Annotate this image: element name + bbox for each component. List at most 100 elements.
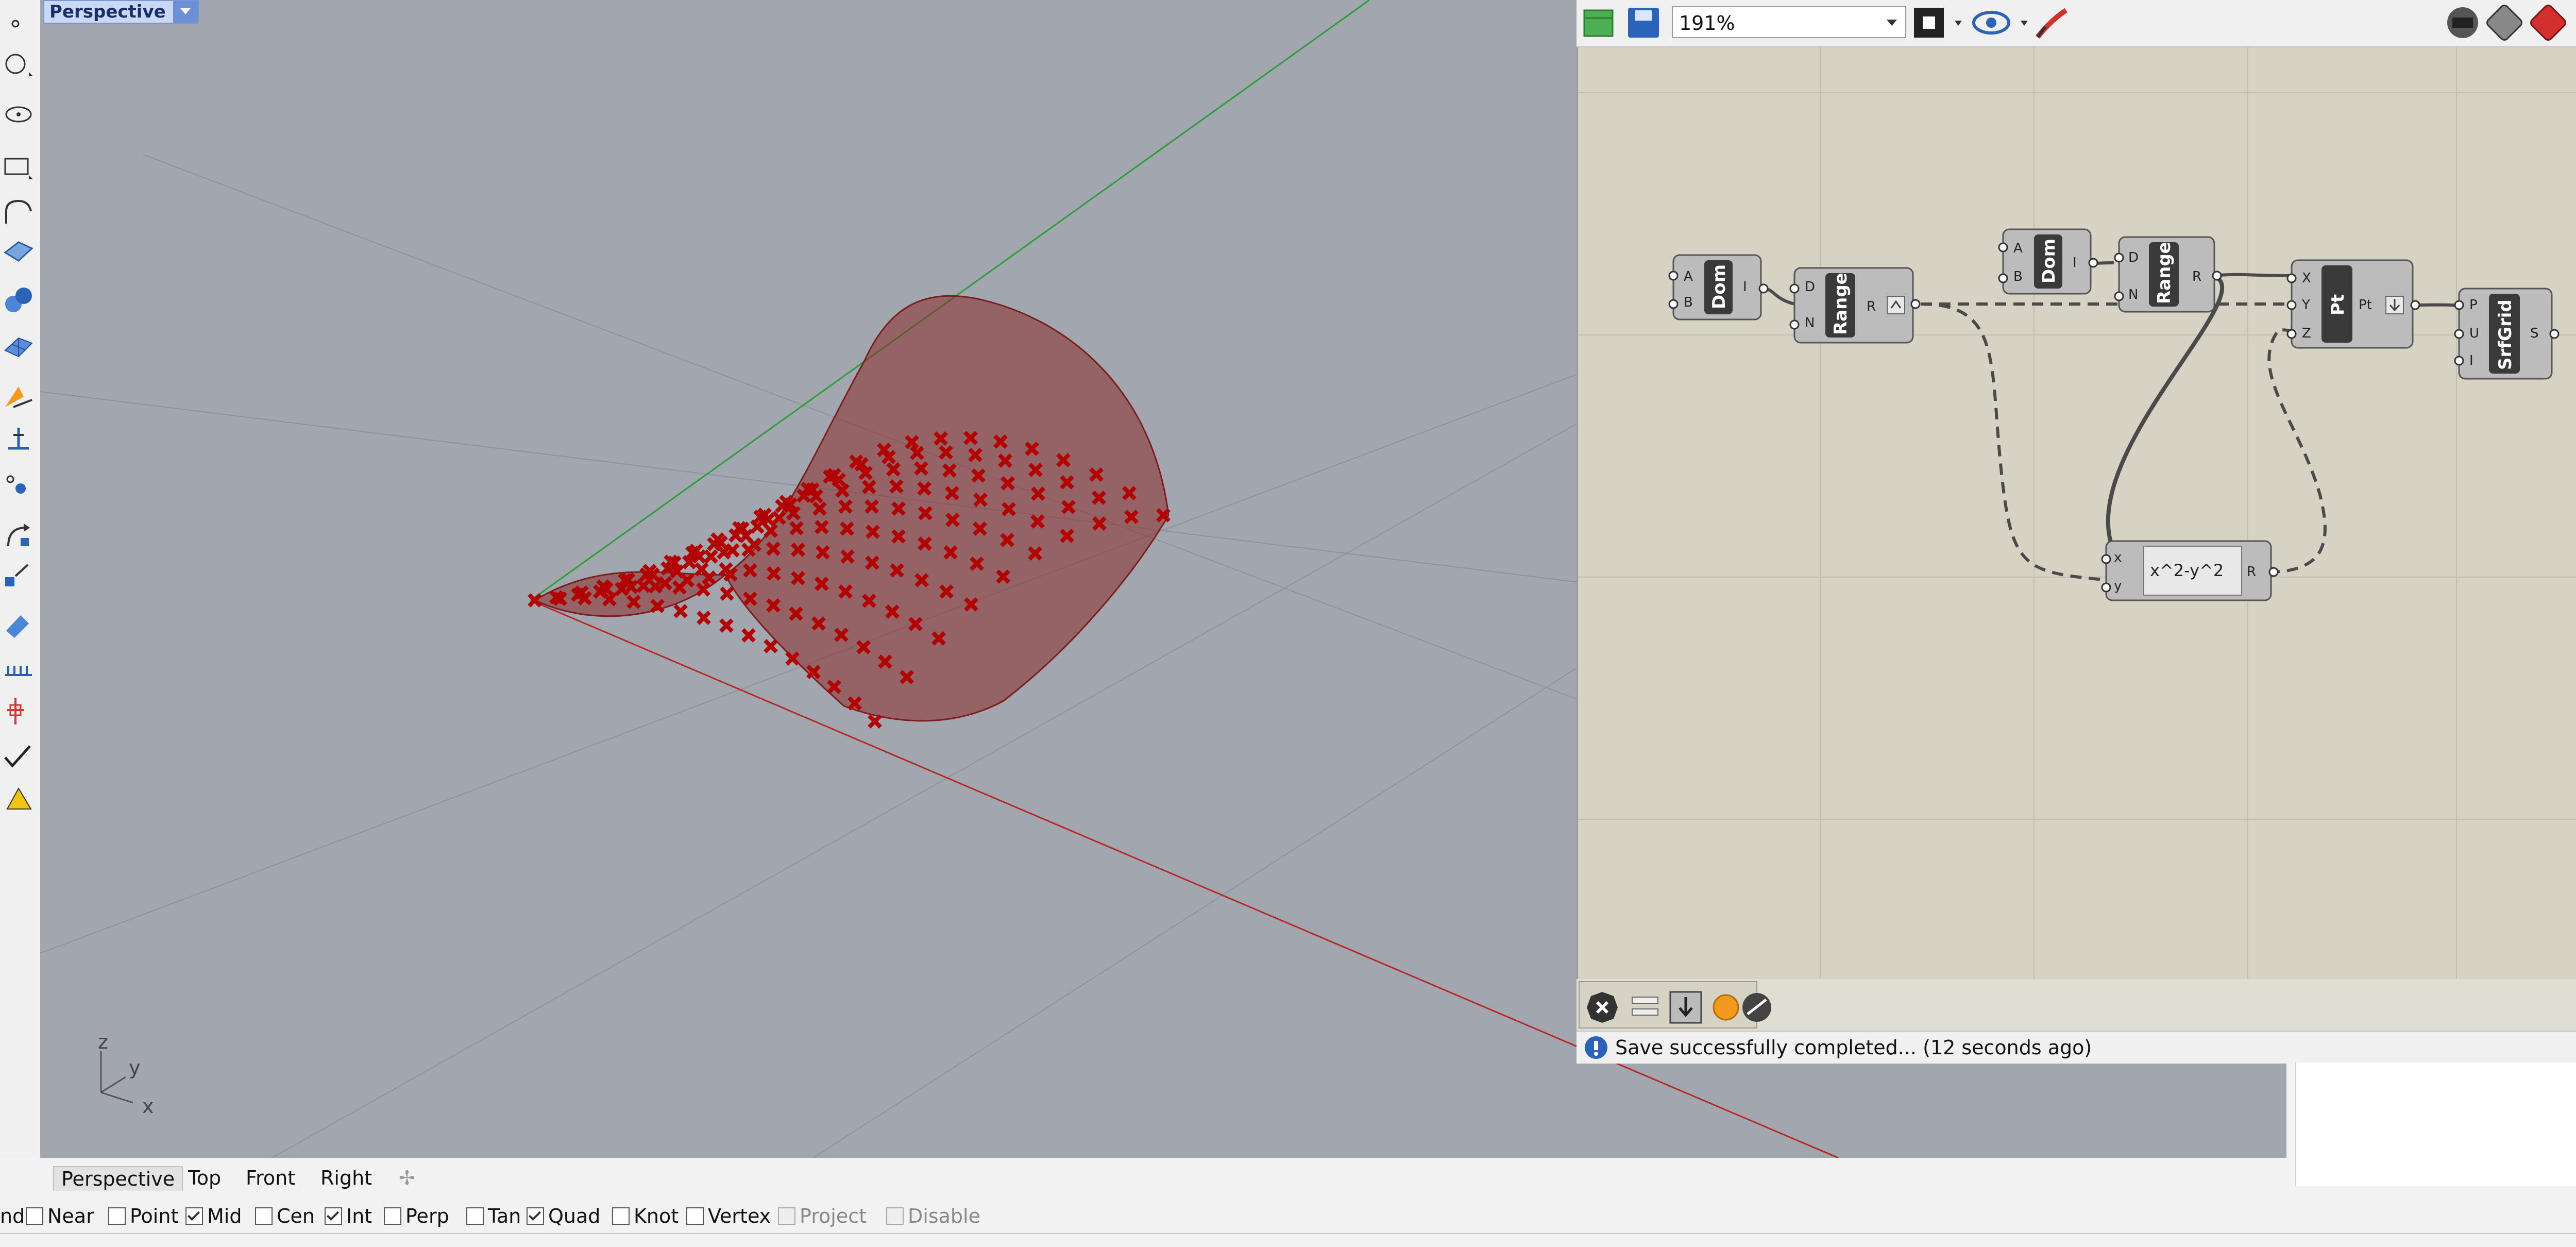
rotate-tool-icon[interactable] [3, 520, 34, 551]
scale-tool-icon[interactable] [3, 562, 34, 593]
check-tool-icon[interactable] [3, 742, 34, 773]
osnap-mid-checkbox[interactable] [185, 1207, 203, 1225]
preview-eye-icon[interactable] [1972, 11, 2010, 35]
orange-sphere-icon[interactable] [1713, 994, 1739, 1021]
drafting-tool-icon[interactable] [3, 783, 34, 814]
viewport-tabs: Perspective Top Front Right ✢ [40, 1158, 2286, 1198]
pt-output: Pt [2359, 297, 2372, 313]
gem-icon[interactable] [2529, 4, 2567, 42]
osnap-disable[interactable]: Disable [886, 1204, 980, 1228]
osnap-disable-checkbox[interactable] [886, 1207, 904, 1225]
osnap-tan-label: Tan [488, 1205, 521, 1227]
viewport-title-tab[interactable]: Perspective [43, 0, 199, 24]
tab-right[interactable]: Right [313, 1166, 379, 1190]
srfgrid-label: SrfGrid [2495, 299, 2516, 370]
dimension-tool-icon[interactable] [3, 423, 34, 453]
tab-front[interactable]: Front [239, 1166, 302, 1190]
osnap-near-checkbox[interactable] [26, 1207, 43, 1225]
analyze-tool-icon[interactable] [3, 608, 34, 639]
range1-input-d: D [1805, 279, 1815, 295]
expr-input-y: y [2114, 578, 2122, 594]
array-tool-icon[interactable] [3, 654, 34, 685]
shaded-preview-icon[interactable] [1742, 993, 1771, 1022]
tab-top[interactable]: Top [181, 1166, 228, 1190]
zoom-extents-icon[interactable] [1914, 8, 1944, 38]
osnap-quad-label: Quad [548, 1205, 601, 1227]
osnap-vertex-checkbox[interactable] [686, 1207, 704, 1225]
disable-solver-icon[interactable] [1587, 992, 1618, 1023]
osnap-partial-label: nd [0, 1205, 25, 1227]
osnap-int[interactable]: Int [325, 1204, 372, 1228]
rhino-status-bar [0, 1233, 2576, 1247]
osnap-int-checkbox[interactable] [325, 1207, 342, 1225]
domain-component-1[interactable]: Dom A B I [1672, 254, 1762, 321]
osnap-knot-checkbox[interactable] [612, 1207, 630, 1225]
osnap-point[interactable]: Point [108, 1204, 178, 1228]
dom2-input-b: B [2013, 269, 2023, 284]
grasshopper-canvas[interactable]: Dom A B I Range D N R Dom A B I Range D … [1577, 0, 2576, 1063]
axis-label-z: z [98, 1031, 108, 1053]
osnap-quad-checkbox[interactable] [527, 1207, 544, 1225]
zoom-extents-chevron-icon[interactable] [1955, 21, 1962, 26]
bake-brush-icon[interactable] [2036, 8, 2067, 39]
osnap-perp-checkbox[interactable] [384, 1207, 401, 1225]
gumball-tool-icon[interactable] [3, 696, 34, 727]
osnap-point-checkbox[interactable] [108, 1207, 126, 1225]
tab-perspective[interactable]: Perspective [53, 1166, 183, 1191]
dom1-input-b: B [1684, 295, 1693, 310]
download-icon[interactable] [1669, 991, 1702, 1024]
open-file-icon[interactable] [1583, 9, 1614, 37]
zoom-level-select[interactable]: 191% [1672, 6, 1906, 38]
osnap-cen-checkbox[interactable] [255, 1207, 273, 1225]
osnap-point-label: Point [130, 1205, 179, 1227]
construct-point-component[interactable]: Pt X Y Z Pt [2291, 259, 2414, 349]
range1-label: Range [1831, 273, 1851, 335]
add-tab-icon[interactable]: ✢ [392, 1166, 422, 1190]
circle-tool-icon[interactable] [3, 46, 34, 77]
domain-component-2[interactable]: Dom A B I [2002, 228, 2092, 295]
osnap-project[interactable]: Project [778, 1204, 867, 1228]
mesh-tool-icon[interactable] [3, 330, 34, 361]
render-tool-icon[interactable] [3, 381, 34, 412]
dom1-input-a: A [1684, 269, 1693, 284]
osnap-mid[interactable]: Mid [185, 1204, 242, 1228]
surface-grid-component[interactable]: SrfGrid P U I S [2458, 288, 2553, 380]
save-file-icon[interactable] [1628, 8, 1659, 38]
osnap-vertex[interactable]: Vertex [686, 1204, 771, 1228]
osnap-knot-label: Knot [634, 1205, 679, 1227]
display-mode-icon[interactable] [2485, 4, 2523, 42]
osnap-knot[interactable]: Knot [612, 1204, 679, 1228]
surface-tool-icon[interactable] [3, 237, 34, 268]
dashed-wires [1920, 302, 2327, 581]
osnap-near[interactable]: Near [26, 1204, 94, 1228]
osnap-vertex-label: Vertex [708, 1205, 771, 1227]
range-component-2[interactable]: Range D N R [2118, 236, 2215, 313]
osnap-bar: nd Near Point Mid Cen Int Perp Tan Quad … [0, 1198, 2576, 1233]
osnap-tan[interactable]: Tan [466, 1204, 521, 1228]
osnap-tan-checkbox[interactable] [466, 1207, 484, 1225]
control-point-marker [741, 628, 756, 643]
canvas-grid [1578, 46, 2576, 979]
ellipse-tool-icon[interactable] [3, 98, 34, 129]
expression-component[interactable]: x^2-y^2 x y R [2105, 540, 2272, 601]
osnap-perp[interactable]: Perp [384, 1204, 449, 1228]
osnap-cen[interactable]: Cen [255, 1204, 315, 1228]
control-point-marker [868, 714, 882, 729]
point-tool-icon[interactable] [3, 5, 34, 36]
range2-label: Range [2154, 242, 2175, 304]
rectangle-tool-icon[interactable] [3, 149, 34, 180]
hyperbolic-paraboloid-surface [533, 295, 1170, 722]
preview-settings-icon[interactable] [2447, 7, 2478, 38]
control-point-marker [720, 586, 734, 601]
osnap-quad[interactable]: Quad [527, 1204, 600, 1228]
osnap-project-checkbox[interactable] [778, 1207, 795, 1225]
osnap-perp-label: Perp [405, 1205, 449, 1227]
viewport-menu-chevron-icon[interactable] [173, 1, 198, 23]
solid-tool-icon[interactable] [3, 283, 34, 314]
transform-tool-icon[interactable] [3, 469, 34, 500]
curve-tool-icon[interactable] [3, 196, 34, 227]
range-component-1[interactable]: Range D N R [1793, 267, 1914, 344]
dom1-output: I [1743, 279, 1747, 295]
preview-chevron-icon[interactable] [2021, 21, 2028, 26]
osnap-int-label: Int [346, 1205, 372, 1227]
